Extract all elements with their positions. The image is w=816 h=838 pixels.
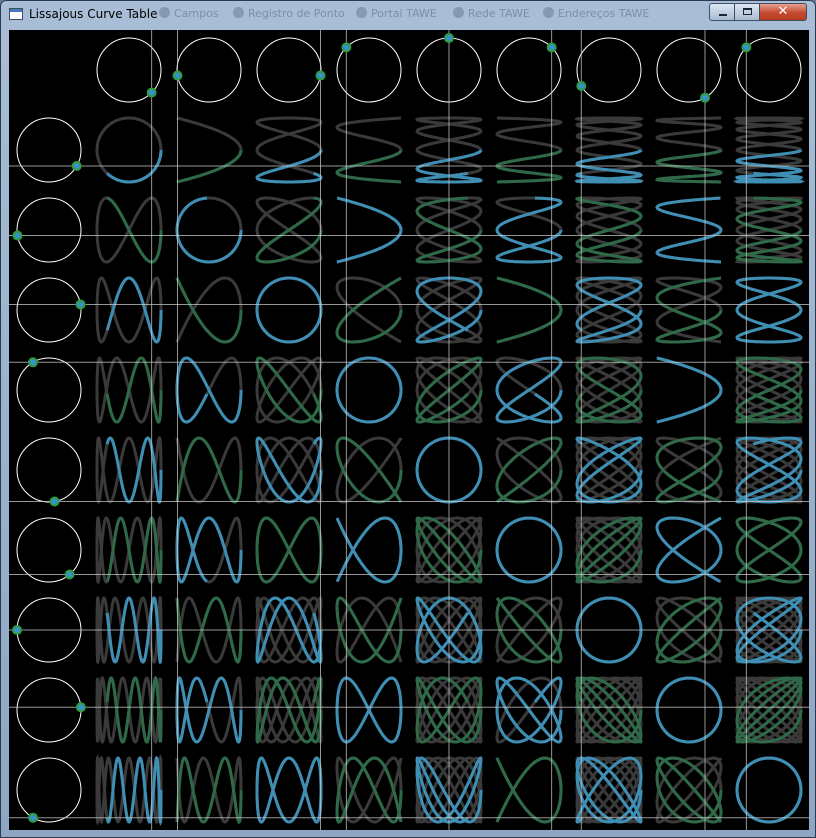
lissajous-curve-faint bbox=[655, 196, 723, 264]
row-tracer-dot bbox=[64, 569, 75, 580]
row-guide-circle bbox=[16, 357, 82, 423]
lissajous-curve-faint bbox=[655, 276, 723, 344]
lissajous-table bbox=[9, 30, 809, 830]
window-title: Lissajous Curve Table bbox=[29, 7, 158, 21]
column-tracer-dot bbox=[546, 42, 557, 53]
clock-icon bbox=[233, 7, 244, 18]
lissajous-curve-trace bbox=[656, 356, 723, 424]
close-icon: ✕ bbox=[777, 4, 789, 19]
row-tracer-dot bbox=[28, 812, 38, 823]
row-tracer-dot bbox=[12, 230, 23, 241]
taskbar-ghost-item: Portal TAWE bbox=[356, 7, 437, 20]
row-guide-circle bbox=[16, 277, 82, 343]
lissajous-canvas[interactable] bbox=[9, 30, 809, 830]
row-tracer-dot bbox=[75, 702, 86, 713]
lissajous-curve-faint bbox=[655, 116, 723, 184]
title-bar[interactable]: Lissajous Curve Table Campos Registro de… bbox=[1, 1, 815, 29]
minimize-button[interactable] bbox=[709, 3, 735, 21]
lissajous-curve-trace bbox=[655, 436, 723, 504]
taskbar-ghost-item: Endereços TAWE bbox=[543, 7, 649, 20]
close-button[interactable]: ✕ bbox=[759, 3, 807, 21]
lissajous-curve-trace bbox=[655, 676, 723, 744]
lissajous-curve-trace bbox=[255, 196, 323, 264]
app-icon bbox=[9, 8, 23, 20]
lissajous-curve-trace bbox=[575, 196, 643, 264]
column-guide-circle bbox=[256, 37, 322, 103]
lissajous-curve-faint bbox=[655, 516, 723, 584]
column-tracer-dot bbox=[146, 87, 157, 98]
row-guide-circle bbox=[16, 677, 82, 743]
address-book-icon bbox=[543, 7, 554, 18]
row-guide-circle bbox=[16, 117, 82, 183]
taskbar-ghost-item: Campos bbox=[159, 7, 219, 20]
column-tracer-dot bbox=[315, 70, 326, 81]
column-guide-circle bbox=[656, 37, 722, 103]
column-tracer-dot bbox=[172, 70, 183, 81]
app-window: Lissajous Curve Table Campos Registro de… bbox=[0, 0, 816, 838]
column-guide-circle bbox=[576, 37, 642, 103]
column-tracer-dot bbox=[444, 33, 454, 43]
column-tracer-dot bbox=[341, 42, 352, 53]
globe-icon bbox=[356, 7, 367, 18]
lissajous-curve-trace bbox=[175, 676, 243, 744]
lissajous-curve-trace bbox=[255, 516, 323, 584]
network-icon bbox=[453, 7, 464, 18]
lissajous-curve-trace bbox=[655, 516, 723, 584]
column-tracer-dot bbox=[576, 81, 587, 91]
maximize-icon bbox=[743, 8, 752, 15]
row-tracer-dot bbox=[75, 299, 86, 310]
row-tracer-dot bbox=[71, 161, 82, 171]
lissajous-curve-trace bbox=[655, 196, 723, 264]
lissajous-curve-trace bbox=[255, 276, 323, 344]
taskbar-ghost-item: Registro de Ponto bbox=[233, 7, 345, 20]
column-tracer-dot bbox=[700, 92, 710, 103]
lissajous-curve-trace bbox=[575, 516, 643, 584]
maximize-button[interactable] bbox=[734, 3, 760, 21]
row-guide-circle bbox=[16, 437, 82, 503]
row-tracer-dot bbox=[12, 625, 22, 635]
lissajous-curve-trace bbox=[255, 756, 323, 824]
taskbar-ghost-item: Rede TAWE bbox=[453, 7, 530, 20]
lissajous-curve-trace bbox=[175, 356, 243, 424]
row-tracer-dot bbox=[28, 357, 38, 368]
lissajous-curve-trace bbox=[655, 276, 723, 344]
row-tracer-dot bbox=[49, 496, 60, 507]
lissajous-curve-faint bbox=[655, 436, 723, 504]
minimize-icon bbox=[719, 14, 727, 16]
row-guide-circle bbox=[16, 197, 82, 263]
column-tracer-dot bbox=[741, 42, 752, 53]
column-guide-circle bbox=[176, 37, 242, 103]
folder-icon bbox=[159, 7, 170, 18]
row-guide-circle bbox=[16, 757, 82, 823]
